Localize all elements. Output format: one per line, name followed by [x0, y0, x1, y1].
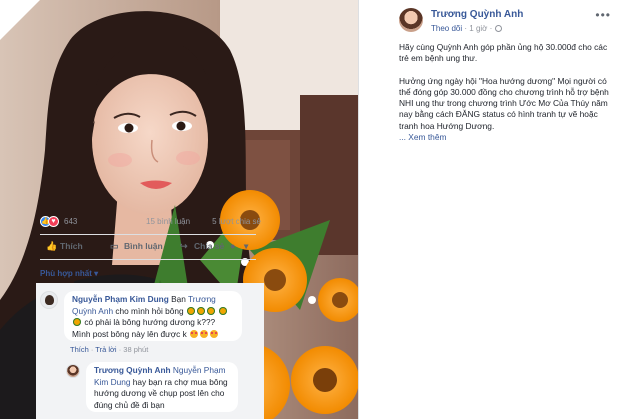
- author-name[interactable]: Trương Quỳnh Anh: [431, 9, 523, 20]
- reply-bubble: Trương Quỳnh Anh Nguyễn Phạm Kim Dung ha…: [86, 362, 238, 412]
- profile-icon: ●: [230, 241, 236, 251]
- sunflower-emoji-icon: [219, 306, 228, 315]
- comment-time[interactable]: 38 phút: [123, 345, 148, 354]
- chevron-down-icon: ▾: [244, 241, 249, 251]
- separator-dot: ·: [489, 24, 495, 33]
- globe-icon: [494, 25, 502, 32]
- thumbs-up-icon: 👍: [46, 241, 58, 251]
- comment-bubble: Nguyễn Phạm Kim Dung Bạn Trương Quỳnh An…: [64, 291, 242, 341]
- comment-button[interactable]: ▭ Bình luận: [110, 241, 163, 252]
- sunflower-emoji-icon: [73, 318, 81, 326]
- like-button[interactable]: 👍 Thích: [46, 241, 83, 252]
- post-header: Trương Quỳnh Anh Theo dõi · 1 giờ · •••: [359, 0, 622, 46]
- author-avatar[interactable]: [399, 8, 423, 32]
- comment-meta: Thích · Trả lời · 38 phút: [70, 345, 149, 354]
- page-corner-fold: [0, 0, 40, 40]
- more-dots-icon[interactable]: •••: [595, 8, 611, 22]
- post-body: Hãy cùng Quỳnh Anh góp phần ủng hộ 30.00…: [399, 42, 614, 154]
- audience-selector[interactable]: ● ▾: [230, 241, 248, 252]
- sunflower-emoji-icon: [186, 306, 195, 315]
- comment-like-link[interactable]: Thích: [70, 345, 89, 354]
- heart-eyes-emoji-icon: [200, 329, 209, 338]
- share-button[interactable]: ↪ Chia sẻ: [180, 241, 224, 252]
- facebook-post: Trương Quỳnh Anh Theo dõi · 1 giờ · ••• …: [358, 0, 622, 419]
- heart-eyes-emoji-icon: [210, 329, 219, 338]
- reactions-bar: 👍 ♥ 643 15 bình luận 5 lượt chia sẻ: [40, 215, 261, 229]
- post-actions: 👍 Thích ▭ Bình luận ↪ Chia sẻ ● ▾: [40, 234, 256, 260]
- follow-link[interactable]: Theo dõi: [431, 24, 462, 33]
- reaction-icons[interactable]: 👍 ♥: [40, 216, 59, 227]
- post-paragraph: Hưởng ứng ngày hội "Hoa hướng dương" Mọi…: [399, 75, 609, 143]
- comment-reply-link[interactable]: Trả lời: [95, 345, 116, 354]
- commenter-avatar[interactable]: [40, 291, 58, 309]
- commenter-name[interactable]: Nguyễn Phạm Kim Dung: [72, 294, 169, 304]
- replier-name[interactable]: Trương Quỳnh Anh: [94, 365, 171, 375]
- share-count[interactable]: 5 lượt chia sẻ: [212, 217, 261, 226]
- see-more-link[interactable]: ... Xem thêm: [399, 132, 446, 142]
- speech-bubble-icon: ▭: [110, 241, 119, 251]
- love-reaction-icon: ♥: [48, 216, 59, 227]
- comment-count[interactable]: 15 bình luận: [146, 217, 190, 226]
- sunflower-emoji-icon: [206, 306, 215, 315]
- share-arrow-icon: ↪: [180, 241, 188, 251]
- post-time[interactable]: 1 giờ: [469, 24, 487, 33]
- post-paragraph: Hãy cùng Quỳnh Anh góp phần ủng hộ 30.00…: [399, 42, 608, 64]
- heart-eyes-emoji-icon: [190, 329, 199, 338]
- reply-avatar[interactable]: [66, 364, 80, 378]
- post-subline: Theo dõi · 1 giờ ·: [431, 24, 502, 33]
- comment-sort-dropdown[interactable]: Phù hợp nhất ▾: [40, 269, 98, 278]
- sunflower-emoji-icon: [196, 306, 205, 315]
- reaction-count[interactable]: 643: [64, 217, 77, 226]
